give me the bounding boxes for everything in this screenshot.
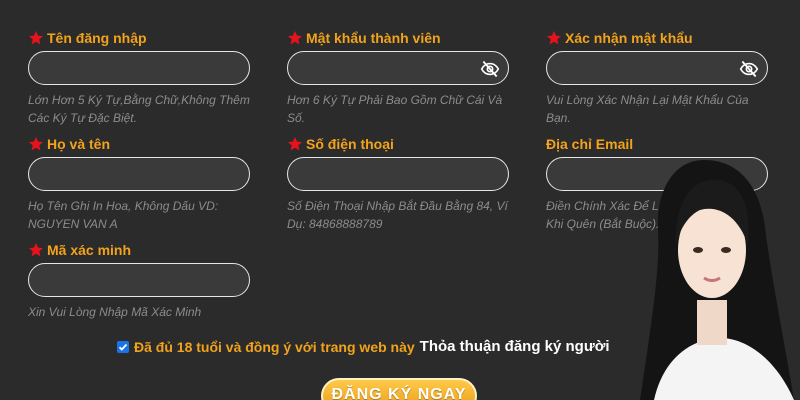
password-input[interactable] [288,52,508,84]
confirm-password-field-group: Xác nhận mật khẩu Vui Lòng Xác Nhận Lại … [546,29,776,127]
fullname-input-wrapper [28,157,250,191]
eye-slash-icon[interactable] [739,59,759,79]
phone-hint: Số Điện Thoại Nhập Bắt Đầu Bằng 84, Ví D… [287,199,508,231]
fullname-field-group: Họ và tên Họ Tên Ghi In Hoa, Không Dấu V… [28,135,258,233]
required-star-icon [287,136,303,152]
captcha-hint: Xin Vui Lòng Nhập Mã Xác Minh [28,305,202,319]
agreement-terms-link[interactable]: Thỏa thuận đăng ký người [420,338,610,355]
captcha-field-group: Mã xác minh Xin Vui Lòng Nhập Mã Xác Min… [28,241,258,321]
username-label: Tên đăng nhập [28,29,258,47]
agreement-checkbox[interactable] [117,340,129,353]
agreement-text: Đã đủ 18 tuổi và đồng ý với trang web nà… [134,338,415,355]
register-button[interactable]: ĐĂNG KÝ NGAY [321,378,477,400]
password-label: Mật khẩu thành viên [287,29,517,47]
fullname-input[interactable] [29,158,249,190]
phone-input-wrapper [287,157,509,191]
confirm-password-input[interactable] [547,52,767,84]
captcha-input[interactable] [29,264,249,296]
required-star-icon [287,30,303,46]
model-portrait-image [640,160,794,400]
eye-slash-icon[interactable] [480,59,500,79]
username-hint: Lớn Hơn 5 Ký Tự,Bằng Chữ,Không Thêm Các … [28,93,250,125]
captcha-input-wrapper [28,263,250,297]
password-input-wrapper [287,51,509,85]
phone-input[interactable] [288,158,508,190]
confirm-password-input-wrapper [546,51,768,85]
confirm-password-label: Xác nhận mật khẩu [546,29,776,47]
username-field-group: Tên đăng nhập Lớn Hơn 5 Ký Tự,Bằng Chữ,K… [28,29,258,127]
agreement-row: Đã đủ 18 tuổi và đồng ý với trang web nà… [117,338,610,355]
required-star-icon [28,30,44,46]
phone-field-group: Số điện thoại Số Điện Thoại Nhập Bắt Đầu… [287,135,517,233]
required-star-icon [546,30,562,46]
username-input-wrapper [28,51,250,85]
username-input[interactable] [29,52,249,84]
phone-label: Số điện thoại [287,135,517,153]
confirm-password-hint: Vui Lòng Xác Nhận Lại Mật Khẩu Của Bạn. [546,93,749,125]
required-star-icon [28,242,44,258]
fullname-label: Họ và tên [28,135,258,153]
required-star-icon [28,136,44,152]
checkmark-icon [118,343,128,351]
fullname-hint: Họ Tên Ghi In Hoa, Không Dấu VD: NGUYEN … [28,199,219,231]
captcha-label: Mã xác minh [28,241,258,259]
password-hint: Hơn 6 Ký Tự Phải Bao Gồm Chữ Cái Và Số. [287,93,503,125]
password-field-group: Mật khẩu thành viên Hơn 6 Ký Tự Phải Bao… [287,29,517,127]
